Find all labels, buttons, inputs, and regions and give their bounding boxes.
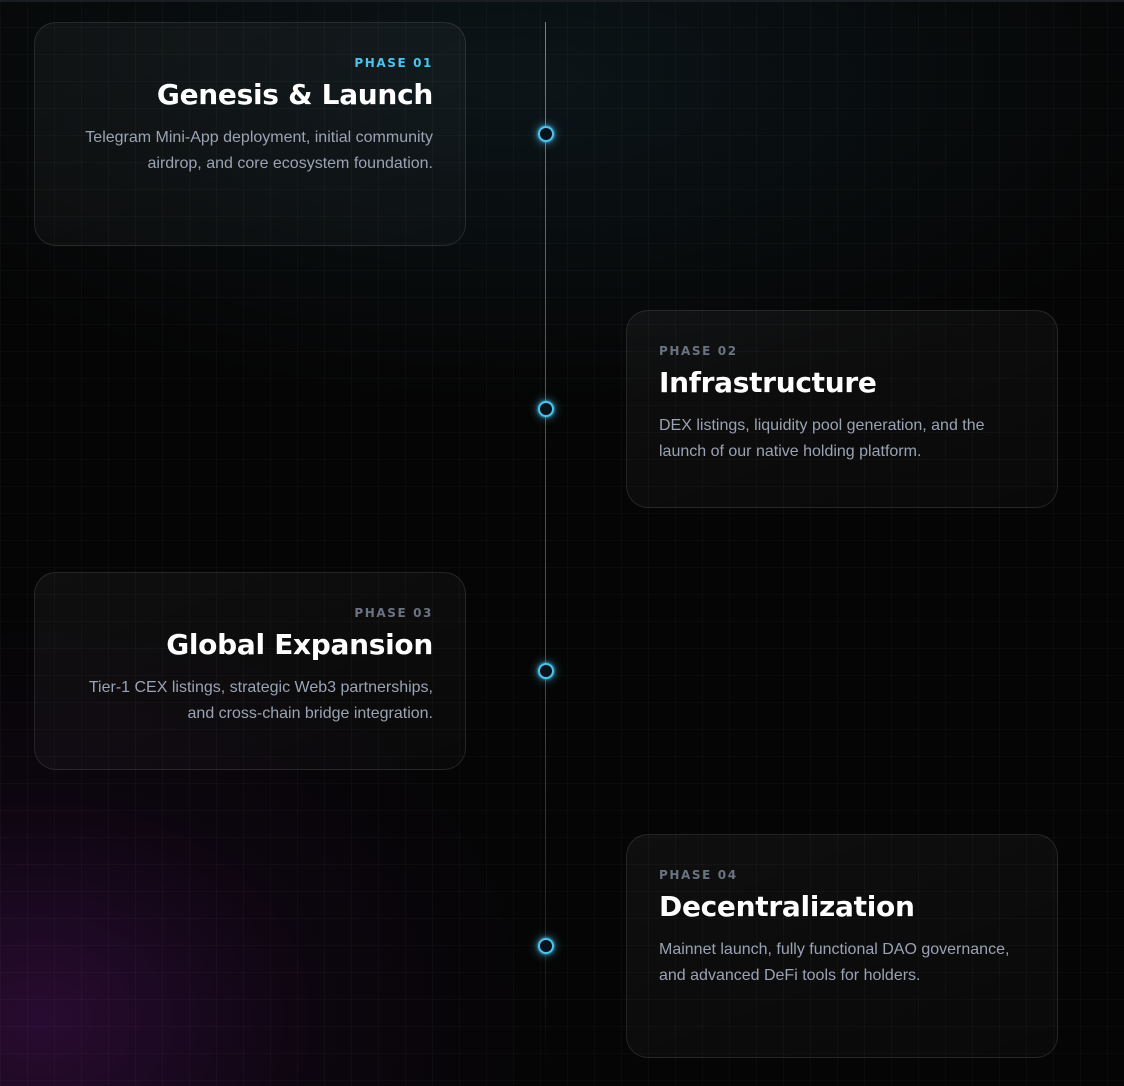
timeline-line: [545, 22, 546, 1062]
phase-description: Mainnet launch, fully functional DAO gov…: [659, 941, 1010, 984]
phase-card-02: PHASE 02 Infrastructure DEX listings, li…: [626, 310, 1058, 508]
phase-card-04: PHASE 04 Decentralization Mainnet launch…: [626, 834, 1058, 1058]
phase-title: Genesis & Launch: [156, 78, 433, 111]
phase-title: Global Expansion: [166, 628, 433, 661]
phase-card-01: PHASE 01 Genesis & Launch Telegram Mini-…: [34, 22, 466, 246]
phase-label: PHASE 04: [659, 868, 738, 882]
phase-label: PHASE 01: [354, 56, 433, 70]
phase-description: DEX listings, liquidity pool generation,…: [659, 417, 985, 460]
phase-description: Telegram Mini-App deployment, initial co…: [85, 129, 433, 172]
timeline-node-phase-02: [538, 401, 554, 417]
phase-card-03: PHASE 03 Global Expansion Tier-1 CEX lis…: [34, 572, 466, 770]
roadmap-section: PHASE 01 Genesis & Launch Telegram Mini-…: [0, 0, 1124, 1086]
phase-title: Decentralization: [659, 890, 915, 923]
phase-description: Tier-1 CEX listings, strategic Web3 part…: [88, 679, 433, 722]
timeline-node-phase-03: [538, 663, 554, 679]
phase-label: PHASE 03: [354, 606, 433, 620]
phase-title: Infrastructure: [659, 366, 877, 399]
timeline-node-phase-01: [538, 126, 554, 142]
section-divider: [0, 0, 1124, 2]
timeline-node-phase-04: [538, 938, 554, 954]
phase-label: PHASE 02: [659, 344, 738, 358]
